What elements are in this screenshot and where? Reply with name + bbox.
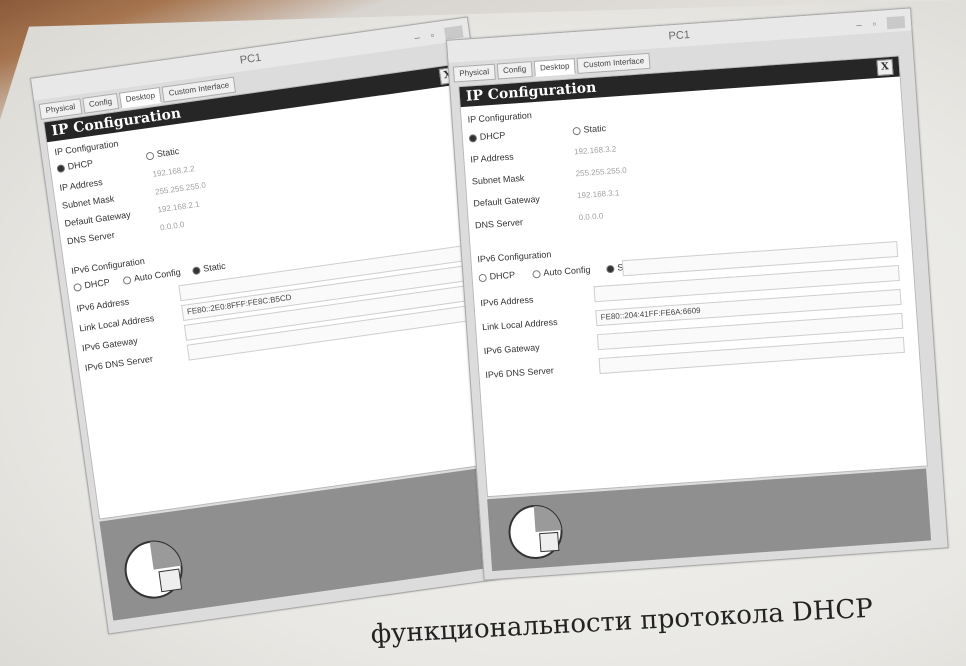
left-ipv6-static-radio[interactable]: Static: [191, 260, 227, 276]
right-ipv6-dhcp-dot[interactable]: [478, 273, 487, 282]
photo-scene: PC1 – ▫ Physical Config Desktop Custom I…: [0, 0, 966, 666]
right-mask-label: Subnet Mask: [471, 172, 525, 187]
right-window-controls[interactable]: – ▫: [856, 12, 906, 37]
right-ipv6-dhcp-radio[interactable]: DHCP: [478, 270, 515, 283]
right-ipv6-section-label: IPv6 Configuration: [477, 249, 552, 265]
left-ipv6-dhcp-label: DHCP: [83, 276, 111, 291]
left-ip-label: IP Address: [58, 176, 104, 193]
right-close-window-icon[interactable]: [886, 16, 906, 30]
left-dhcp-radio-dot[interactable]: [56, 163, 66, 173]
right-static-radio[interactable]: Static: [572, 123, 607, 136]
left-ipv6-static-dot[interactable]: [191, 265, 201, 275]
left-mask-label: Subnet Mask: [61, 193, 115, 211]
right-ip-config-panel: IP Configuration X IP Configuration DHCP…: [458, 55, 928, 498]
left-logo-icon: [124, 540, 183, 599]
right-gateway-value[interactable]: 192.168.3.1: [577, 188, 620, 200]
right-dhcp-radio-dot[interactable]: [468, 133, 478, 143]
right-ipv6-auto-dot[interactable]: [532, 269, 541, 279]
left-ipv6-dns-label: IPv6 DNS Server: [84, 353, 154, 374]
right-ipv6-dns-label: IPv6 DNS Server: [485, 365, 555, 381]
right-dns-label: DNS Server: [474, 217, 524, 231]
right-ip-config-title: IP Configuration: [465, 79, 597, 105]
right-ipv6-address-label: IPv6 Address: [480, 294, 534, 309]
left-ipv6-dhcp-radio[interactable]: DHCP: [73, 276, 111, 292]
right-ip-value[interactable]: 192.168.3.2: [574, 144, 617, 156]
left-ipv6-dhcp-dot[interactable]: [73, 282, 83, 292]
right-pc-window: PC1 – ▫ Physical Config Desktop Custom I…: [446, 7, 949, 581]
figure-caption: функциональности протокола DHCP: [370, 593, 874, 650]
right-section-label: IP Configuration: [467, 110, 533, 125]
right-gateway-label: Default Gateway: [473, 193, 541, 209]
right-dhcp-label: DHCP: [479, 130, 506, 142]
right-tab-desktop[interactable]: Desktop: [533, 58, 576, 77]
left-static-radio-dot[interactable]: [145, 151, 155, 161]
right-static-label: Static: [583, 123, 607, 135]
left-ipv6-auto-radio[interactable]: Auto Config: [122, 267, 181, 285]
right-ipv6-gateway-label: IPv6 Gateway: [483, 342, 541, 357]
right-link-local-label: Link Local Address: [481, 316, 558, 333]
left-gateway-label: Default Gateway: [63, 209, 132, 229]
left-dns-label: DNS Server: [66, 229, 116, 247]
left-ip-config-panel: IP Configuration X IP Configuration DHCP…: [43, 62, 518, 520]
left-dhcp-label: DHCP: [67, 158, 94, 172]
left-ipv6-static-label: Static: [202, 260, 227, 274]
right-titlebar: PC1 – ▫: [447, 8, 912, 63]
right-ipv6-dhcp-label: DHCP: [489, 269, 516, 282]
left-ip-value[interactable]: 192.168.2.2: [152, 164, 195, 179]
left-ipv6-gateway-label: IPv6 Gateway: [81, 335, 139, 354]
left-mask-value[interactable]: 255.255.255.0: [154, 181, 206, 197]
left-gateway-value[interactable]: 192.168.2.1: [157, 200, 200, 215]
right-tab-custom-interface[interactable]: Custom Interface: [576, 52, 651, 74]
right-ip-label: IP Address: [470, 151, 515, 165]
right-ipv6-auto-label: Auto Config: [543, 264, 591, 278]
right-logo-icon: [508, 504, 563, 559]
left-static-label: Static: [156, 146, 180, 160]
left-dns-value[interactable]: 0.0.0.0: [159, 220, 184, 232]
right-dns-value[interactable]: 0.0.0.0: [578, 211, 603, 222]
right-tab-config[interactable]: Config: [496, 61, 533, 80]
left-section-label: IP Configuration: [53, 138, 120, 158]
right-static-radio-dot[interactable]: [572, 126, 581, 136]
right-close-panel-button[interactable]: X: [876, 58, 894, 76]
left-ipv6-auto-label: Auto Config: [133, 266, 182, 284]
right-dhcp-radio[interactable]: DHCP: [468, 130, 506, 143]
left-ipv6-address-label: IPv6 Address: [75, 296, 130, 314]
right-mask-value[interactable]: 255.255.255.0: [575, 166, 627, 179]
right-window-title: PC1: [668, 28, 691, 43]
right-tab-physical[interactable]: Physical: [452, 63, 496, 83]
right-ipv6-auto-radio[interactable]: Auto Config: [532, 264, 591, 279]
left-link-local-label: Link Local Address: [78, 313, 155, 334]
left-static-radio[interactable]: Static: [145, 146, 180, 161]
left-ipv6-auto-dot[interactable]: [122, 275, 132, 285]
left-window-title: PC1: [239, 51, 262, 67]
right-ipv6-static-dot[interactable]: [606, 264, 615, 273]
left-dhcp-radio[interactable]: DHCP: [56, 158, 94, 173]
